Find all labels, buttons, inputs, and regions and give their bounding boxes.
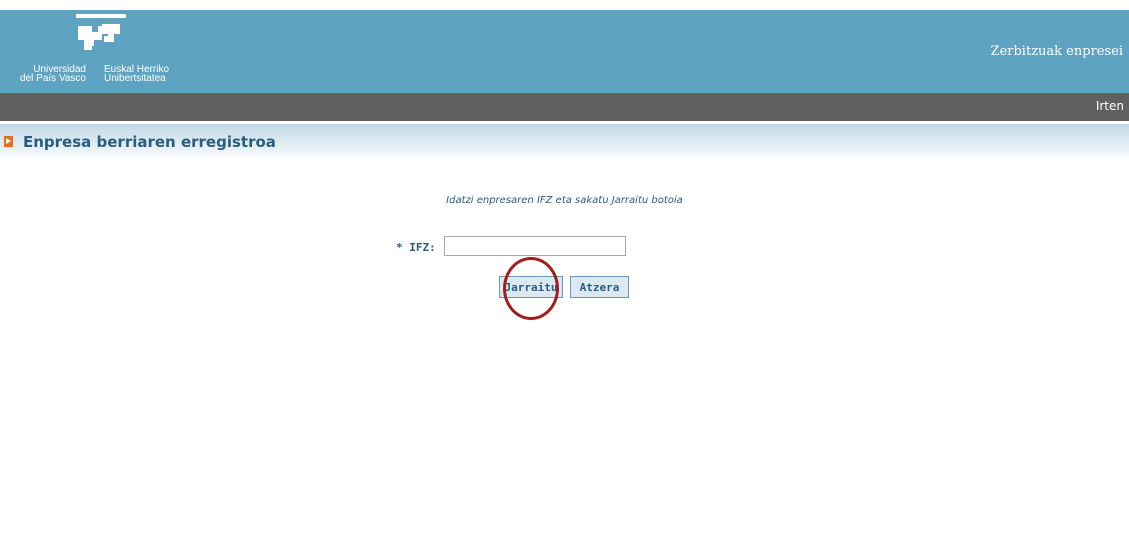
ifz-label: * IFZ: xyxy=(396,241,436,254)
page-title: Enpresa berriaren erregistroa xyxy=(23,133,276,151)
navbar: Irten xyxy=(0,93,1129,121)
site-title: Zerbitzuak enpresei xyxy=(990,44,1123,59)
logo-text-spanish: Universidad del País Vasco xyxy=(20,64,86,84)
university-logo[interactable]: Universidad del País Vasco Euskal Herrik… xyxy=(16,14,186,90)
header: Universidad del País Vasco Euskal Herrik… xyxy=(0,10,1129,93)
logout-link[interactable]: Irten xyxy=(1096,99,1124,113)
ifz-input[interactable] xyxy=(444,236,626,256)
arrow-bullet-icon xyxy=(4,136,13,147)
instruction-text: Idatzi enpresaren IFZ eta sakatu Jarrait… xyxy=(446,195,683,206)
continue-button[interactable]: Jarraitu xyxy=(499,276,563,298)
logo-text-basque: Euskal Herriko Unibertsitatea xyxy=(104,64,170,84)
back-button[interactable]: Atzera xyxy=(570,276,629,298)
upv-ehu-emblem-icon xyxy=(76,14,126,50)
page-title-bar: Enpresa berriaren erregistroa xyxy=(0,124,1129,160)
